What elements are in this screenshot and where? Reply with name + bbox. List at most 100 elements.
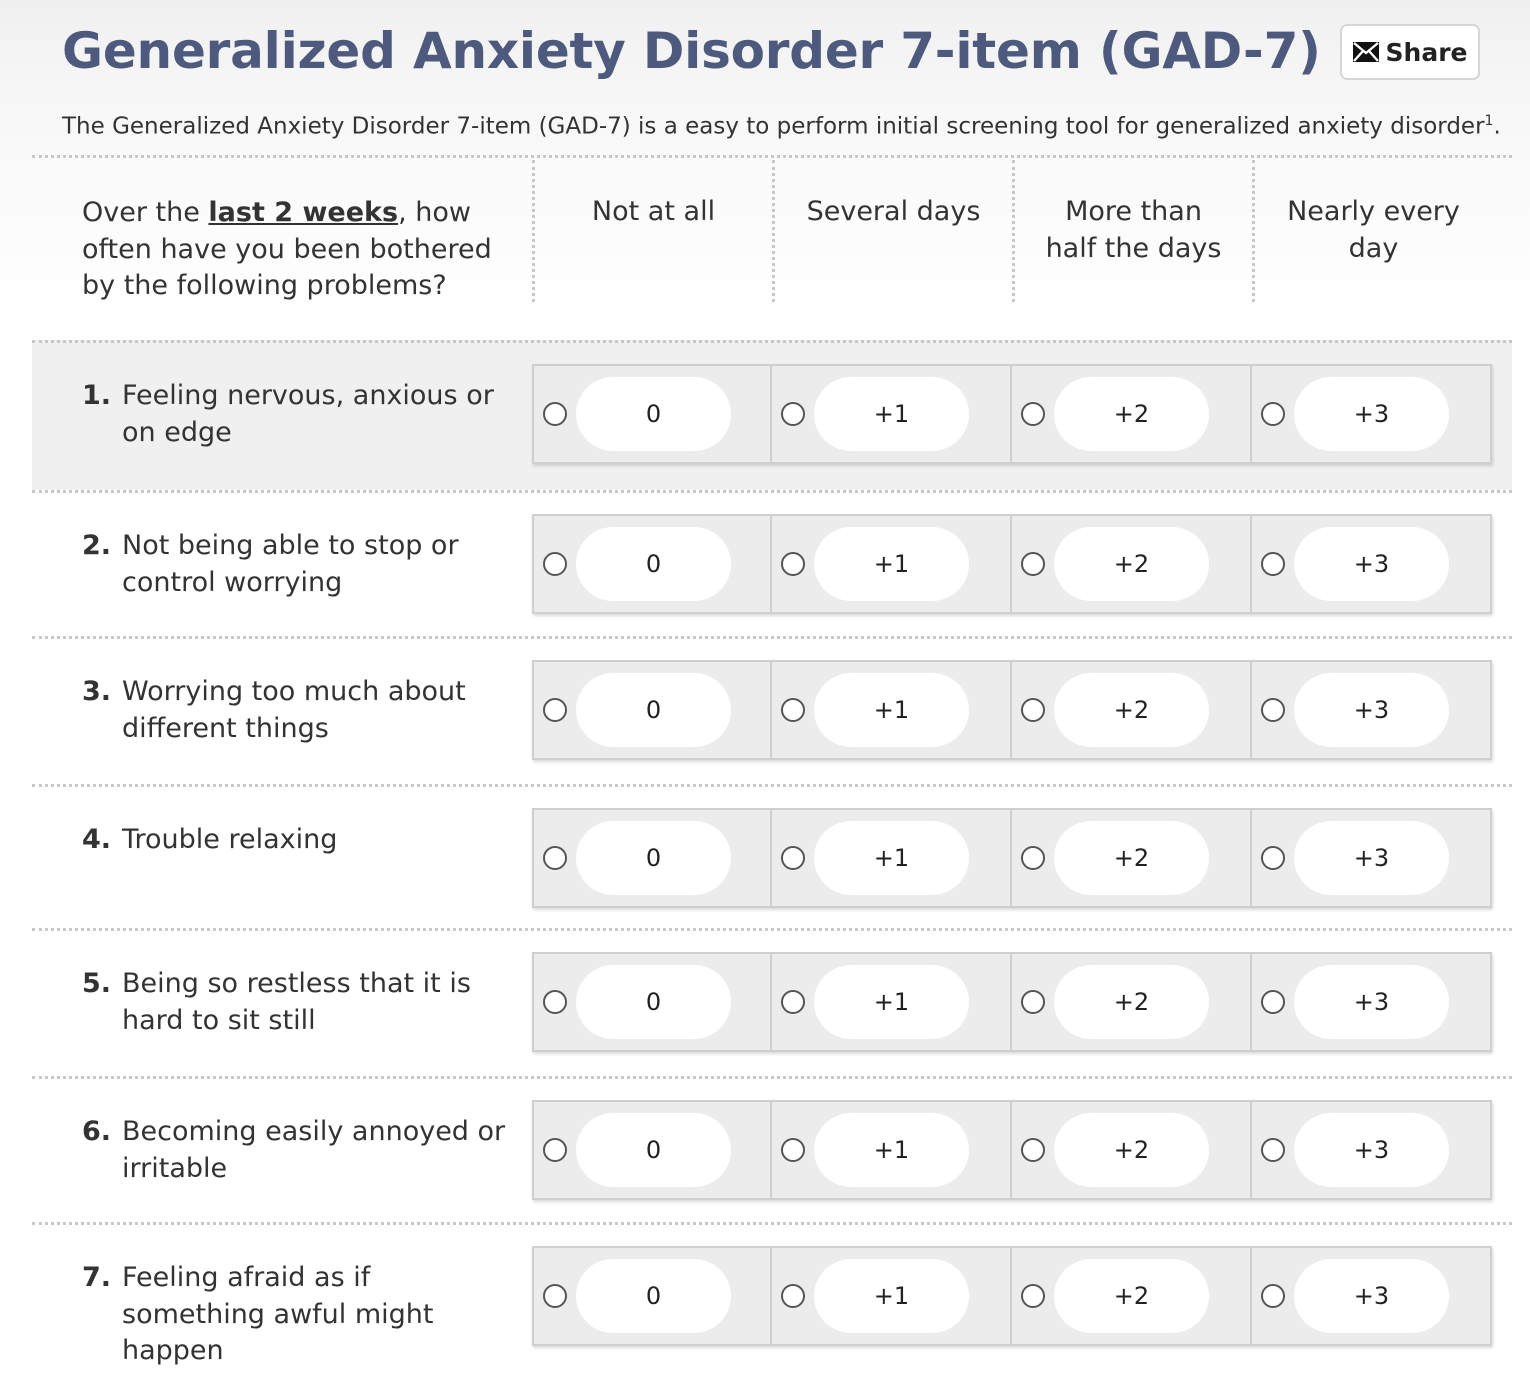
answer-option[interactable]: +2 [1010, 1100, 1252, 1200]
radio-button[interactable] [543, 552, 567, 576]
radio-button[interactable] [1261, 1284, 1285, 1308]
question-number: 5. [82, 968, 112, 999]
answer-option[interactable]: +1 [770, 514, 1012, 614]
radio-button[interactable] [1021, 552, 1045, 576]
answer-option[interactable]: +3 [1250, 1100, 1492, 1200]
option-score[interactable]: +1 [814, 1113, 969, 1187]
option-score[interactable]: +3 [1294, 1113, 1449, 1187]
radio-button[interactable] [1021, 1138, 1045, 1162]
question-text: Feeling afraid as if something awful mig… [122, 1262, 434, 1366]
page-description: The Generalized Anxiety Disorder 7-item … [62, 104, 1501, 144]
option-score[interactable]: +1 [814, 673, 969, 747]
radio-button[interactable] [1261, 552, 1285, 576]
answer-option[interactable]: +3 [1250, 808, 1492, 908]
answer-option[interactable]: 0 [532, 660, 772, 760]
answer-option[interactable]: +2 [1010, 808, 1252, 908]
prompt-emphasis: last 2 weeks [208, 197, 399, 228]
answer-option[interactable]: +3 [1250, 1246, 1492, 1346]
option-score[interactable]: 0 [576, 527, 731, 601]
question-number: 4. [82, 824, 112, 855]
radio-button[interactable] [543, 846, 567, 870]
radio-button[interactable] [781, 1138, 805, 1162]
option-score[interactable]: +3 [1294, 965, 1449, 1039]
radio-button[interactable] [1261, 402, 1285, 426]
answer-option[interactable]: +2 [1010, 1246, 1252, 1346]
answer-option[interactable]: +2 [1010, 364, 1252, 464]
row-divider [32, 1222, 1512, 1225]
column-label: Nearly every day [1287, 196, 1460, 264]
question-prompt: Over the last 2 weeks, how often have yo… [82, 195, 522, 305]
answer-option[interactable]: +2 [1010, 952, 1252, 1052]
answer-option[interactable]: +1 [770, 1100, 1012, 1200]
answer-option[interactable]: 0 [532, 364, 772, 464]
question-text: Feeling nervous, anxious or on edge [122, 380, 494, 448]
radio-button[interactable] [1021, 402, 1045, 426]
radio-button[interactable] [543, 402, 567, 426]
option-score[interactable]: +2 [1054, 377, 1209, 451]
option-score[interactable]: +3 [1294, 673, 1449, 747]
radio-button[interactable] [1261, 698, 1285, 722]
radio-button[interactable] [543, 1284, 567, 1308]
radio-button[interactable] [1021, 846, 1045, 870]
share-button[interactable]: Share [1340, 24, 1480, 80]
radio-button[interactable] [1261, 1138, 1285, 1162]
radio-button[interactable] [781, 846, 805, 870]
answer-option[interactable]: 0 [532, 808, 772, 908]
option-score[interactable]: +2 [1054, 821, 1209, 895]
radio-button[interactable] [1261, 846, 1285, 870]
radio-button[interactable] [1021, 990, 1045, 1014]
answer-option[interactable]: 0 [532, 1100, 772, 1200]
radio-button[interactable] [543, 1138, 567, 1162]
option-score[interactable]: +1 [814, 377, 969, 451]
answer-option[interactable]: +3 [1250, 364, 1492, 464]
row-divider [32, 490, 1512, 493]
option-score[interactable]: 0 [576, 965, 731, 1039]
option-score[interactable]: +3 [1294, 821, 1449, 895]
radio-button[interactable] [781, 402, 805, 426]
answer-option[interactable]: +1 [770, 364, 1012, 464]
option-score[interactable]: 0 [576, 377, 731, 451]
option-score[interactable]: +3 [1294, 1259, 1449, 1333]
radio-button[interactable] [1021, 698, 1045, 722]
option-score[interactable]: +1 [814, 821, 969, 895]
answer-options: 0 +1 +2 +3 [532, 514, 1492, 614]
option-score[interactable]: 0 [576, 1259, 731, 1333]
radio-button[interactable] [781, 698, 805, 722]
option-score[interactable]: 0 [576, 821, 731, 895]
option-score[interactable]: +1 [814, 1259, 969, 1333]
question-text: Being so restless that it is hard to sit… [122, 968, 471, 1036]
option-score[interactable]: +2 [1054, 1259, 1209, 1333]
answer-option[interactable]: +2 [1010, 660, 1252, 760]
radio-button[interactable] [543, 990, 567, 1014]
answer-option[interactable]: +1 [770, 808, 1012, 908]
radio-button[interactable] [1261, 990, 1285, 1014]
option-score[interactable]: +2 [1054, 1113, 1209, 1187]
answer-option[interactable]: 0 [532, 1246, 772, 1346]
option-score[interactable]: +1 [814, 965, 969, 1039]
column-label: Several days [806, 196, 981, 227]
answer-option[interactable]: 0 [532, 952, 772, 1052]
radio-button[interactable] [781, 1284, 805, 1308]
option-score[interactable]: +2 [1054, 527, 1209, 601]
answer-option[interactable]: +1 [770, 1246, 1012, 1346]
radio-button[interactable] [543, 698, 567, 722]
radio-button[interactable] [781, 990, 805, 1014]
answer-option[interactable]: +2 [1010, 514, 1252, 614]
option-score[interactable]: +2 [1054, 673, 1209, 747]
option-score[interactable]: +1 [814, 527, 969, 601]
answer-option[interactable]: 0 [532, 514, 772, 614]
answer-option[interactable]: +1 [770, 952, 1012, 1052]
option-score[interactable]: 0 [576, 673, 731, 747]
row-divider [32, 928, 1512, 931]
option-score[interactable]: +2 [1054, 965, 1209, 1039]
option-score[interactable]: +3 [1294, 377, 1449, 451]
column-label: More than half the days [1045, 196, 1222, 264]
answer-option[interactable]: +3 [1250, 660, 1492, 760]
answer-option[interactable]: +3 [1250, 514, 1492, 614]
radio-button[interactable] [1021, 1284, 1045, 1308]
option-score[interactable]: +3 [1294, 527, 1449, 601]
answer-option[interactable]: +3 [1250, 952, 1492, 1052]
answer-option[interactable]: +1 [770, 660, 1012, 760]
radio-button[interactable] [781, 552, 805, 576]
option-score[interactable]: 0 [576, 1113, 731, 1187]
